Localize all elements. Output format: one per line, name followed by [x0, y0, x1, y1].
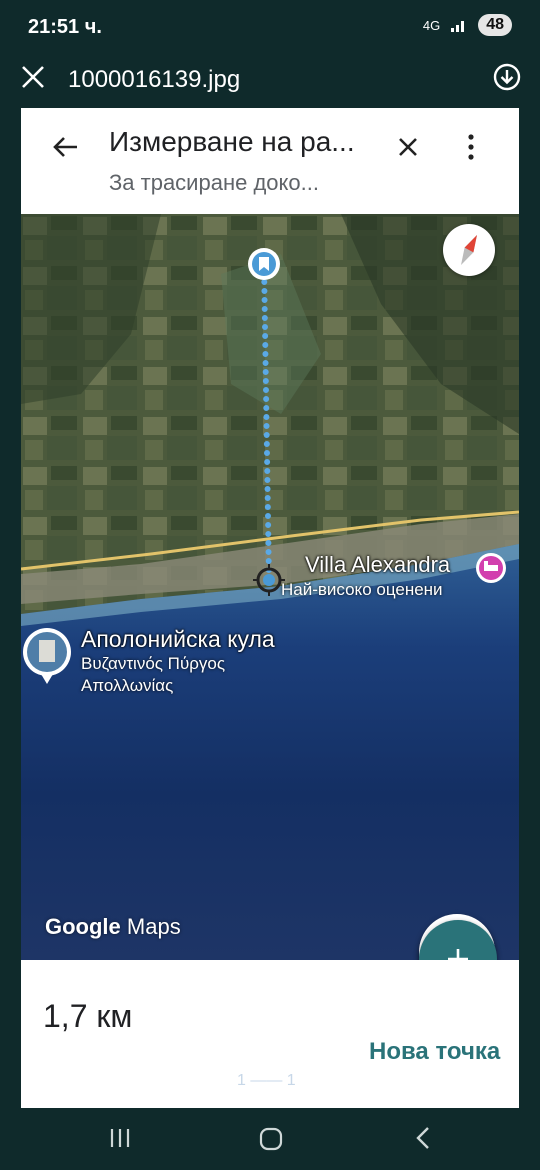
- download-icon[interactable]: [492, 62, 522, 92]
- back-nav-icon[interactable]: [412, 1124, 434, 1152]
- recent-apps-icon[interactable]: [108, 1126, 132, 1150]
- map-canvas: [21, 214, 519, 960]
- viewer-top-bar: 1000016139.jpg: [0, 56, 540, 106]
- route-start-pin[interactable]: [248, 248, 280, 280]
- measure-title: Измерване на ра...: [109, 126, 355, 157]
- sheet-handle-hint: 1 —— 1: [237, 1072, 296, 1089]
- battery-badge: 48: [478, 14, 512, 36]
- place-label-villa[interactable]: Villa Alexandra: [305, 552, 450, 578]
- measure-subtitle: За трасиране доко...: [109, 170, 319, 195]
- hotel-pin-icon[interactable]: [476, 553, 506, 583]
- place-sublabel-tower-2: Απολλωνίας: [81, 676, 174, 695]
- signal-icon: [451, 21, 465, 32]
- maps-header: Измерване на ра... За трасиране доко...: [21, 108, 519, 214]
- place-label-tower[interactable]: Аполонийска кула: [81, 626, 275, 653]
- compass-icon[interactable]: [443, 224, 495, 276]
- total-distance: 1,7 км: [43, 998, 133, 1034]
- add-point-button[interactable]: Нова точка: [369, 1038, 500, 1066]
- system-nav-bar: [0, 1108, 540, 1170]
- place-sublabel-tower-1: Βυζαντινός Πύργος: [81, 654, 226, 673]
- file-name: 1000016139.jpg: [68, 66, 241, 93]
- status-time: 21:51 ч.: [28, 16, 102, 38]
- screenshot-image: Измерване на ра... За трасиране доко...: [21, 108, 519, 1108]
- logo-maps: Maps: [126, 914, 181, 939]
- logo-google: Google: [45, 914, 121, 939]
- close-icon[interactable]: [18, 62, 48, 92]
- close-icon[interactable]: [393, 132, 423, 162]
- more-vert-icon[interactable]: [461, 132, 481, 162]
- network-type: 4G: [422, 17, 441, 33]
- status-bar: 21:51 ч. 4G 48: [0, 0, 540, 56]
- measure-bottom-sheet: 1,7 км Нова точка 1 —— 1: [21, 960, 519, 1108]
- home-icon[interactable]: [258, 1126, 284, 1152]
- place-sublabel-villa: Най-високо оценени: [281, 580, 443, 599]
- satellite-map[interactable]: Villa Alexandra Най-високо оценени Аполо…: [21, 214, 519, 960]
- status-icons: 4G 48: [423, 14, 512, 36]
- back-arrow-icon[interactable]: [51, 132, 81, 162]
- google-maps-logo: Google Maps: [45, 914, 181, 940]
